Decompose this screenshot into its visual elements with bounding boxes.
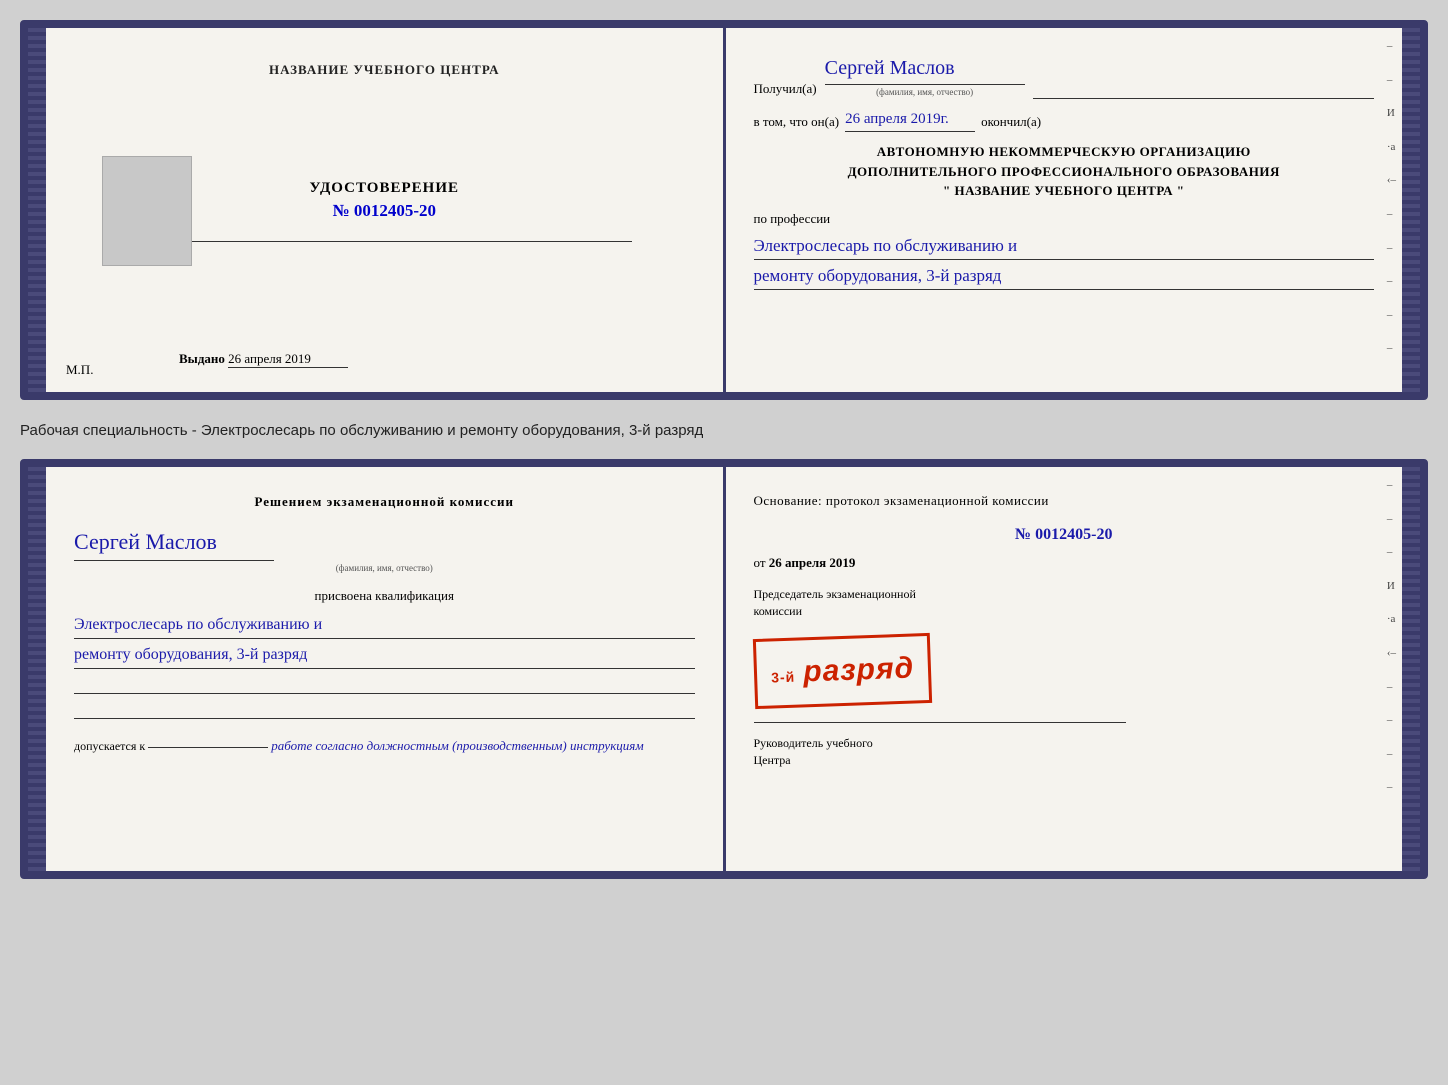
rukovoditel-line2: Центра: [754, 752, 1375, 769]
rukovoditel-block: Руководитель учебного Центра: [754, 735, 1375, 769]
photo-placeholder: [102, 156, 192, 266]
dopusk-label: допускается к: [74, 739, 145, 753]
org-line3: " НАЗВАНИЕ УЧЕБНОГО ЦЕНТРА ": [754, 181, 1375, 201]
doc-inner-2: Решением экзаменационной комиссии Сергей…: [46, 467, 1402, 871]
osnovanie-title: Основание: протокол экзаменационной коми…: [754, 491, 1375, 512]
doc-right-2: Основание: протокол экзаменационной коми…: [726, 467, 1403, 871]
profession-line2: ремонту оборудования, 3-й разряд: [754, 262, 1375, 289]
resheniem-title: Решением экзаменационной комиссии: [74, 491, 695, 513]
udost-title: УДОСТОВЕРЕНИЕ: [310, 180, 460, 197]
side-label-a2: ·а: [1387, 611, 1396, 629]
side-dash-5: –: [1387, 273, 1396, 291]
school-name-top: НАЗВАНИЕ УЧЕБНОГО ЦЕНТРА: [269, 62, 500, 78]
between-label: Рабочая специальность - Электрослесарь п…: [20, 418, 1428, 441]
side-dash-r3: –: [1387, 544, 1396, 562]
doc-left-2: Решением экзаменационной комиссии Сергей…: [46, 467, 723, 871]
rukovoditel-line1: Руководитель учебного: [754, 735, 1375, 752]
stamp-big: разряд: [802, 651, 914, 688]
side-dash-r2: –: [1387, 511, 1396, 529]
prof-underline-2: ремонту оборудования, 3-й разряд: [74, 641, 695, 669]
side-dash-r5: –: [1387, 712, 1396, 730]
side-dash-1: –: [1387, 38, 1396, 56]
prof-underline-3: [74, 671, 695, 694]
side-dash-r6: –: [1387, 746, 1396, 764]
fio-label-2: (фамилия, имя, отчество): [74, 561, 695, 576]
po-professii-block: по профессии Электрослесарь по обслужива…: [754, 209, 1375, 290]
spine-right-2: [1402, 467, 1420, 871]
document-card-2: Решением экзаменационной комиссии Сергей…: [20, 459, 1428, 879]
vtom-label: в том, что он(а): [754, 112, 840, 133]
doc-left-1: НАЗВАНИЕ УЧЕБНОГО ЦЕНТРА УДОСТОВЕРЕНИЕ №…: [46, 28, 723, 392]
stamp-area: 3-й разряд: [754, 628, 1375, 714]
side-dash-4: –: [1387, 240, 1396, 258]
profession-block-2: Электрослесарь по обслуживанию и ремонту…: [74, 611, 695, 720]
document-card-1: НАЗВАНИЕ УЧЕБНОГО ЦЕНТРА УДОСТОВЕРЕНИЕ №…: [20, 20, 1428, 400]
issued-date: 26 апреля 2019: [228, 351, 348, 368]
doc-inner-1: НАЗВАНИЕ УЧЕБНОГО ЦЕНТРА УДОСТОВЕРЕНИЕ №…: [46, 28, 1402, 392]
recipient-name: Сергей Маслов: [825, 52, 1025, 85]
spine-left: [28, 28, 46, 392]
dash-line: [1033, 98, 1374, 99]
profession-line1-2: Электрослесарь по обслуживанию и: [74, 611, 695, 638]
side-label-i2: И: [1387, 578, 1396, 596]
udost-num: № 0012405-20: [310, 201, 460, 221]
side-decorations-right-2: – – – И ·а ‹– – – – –: [1387, 477, 1396, 797]
doc-right-1: Получил(а) Сергей Маслов (фамилия, имя, …: [726, 28, 1403, 392]
side-label-a: ·а: [1387, 139, 1396, 157]
stamp-small: 3-й: [770, 668, 795, 685]
profession-line2-2: ремонту оборудования, 3-й разряд: [74, 641, 695, 668]
doc-num: № 0012405-20: [754, 522, 1375, 548]
side-label-i: И: [1387, 105, 1396, 123]
side-dash-2: –: [1387, 72, 1396, 90]
predsedatel-line1: Председатель экзаменационной: [754, 586, 1375, 603]
ot-label: от: [754, 555, 766, 570]
side-dash-r7: –: [1387, 779, 1396, 797]
fio-label: (фамилия, имя, отчество): [876, 85, 973, 99]
sig-line-1: [754, 722, 1126, 723]
side-dash-3: –: [1387, 206, 1396, 224]
prisvoena-text: присвоена квалификация: [74, 585, 695, 607]
page-wrapper: НАЗВАНИЕ УЧЕБНОГО ЦЕНТРА УДОСТОВЕРЕНИЕ №…: [20, 20, 1428, 879]
poluchil-label: Получил(а): [754, 79, 817, 100]
ot-line: от 26 апреля 2019: [754, 553, 1375, 574]
org-line1: АВТОНОМНУЮ НЕКОММЕРЧЕСКУЮ ОРГАНИЗАЦИЮ: [754, 142, 1375, 162]
prof-underline-1: Электрослесарь по обслуживанию и: [74, 611, 695, 639]
ot-date: 26 апреля 2019: [769, 555, 856, 570]
spine-right-1: [1402, 28, 1420, 392]
side-dash-r1: –: [1387, 477, 1396, 495]
profession-line1: Электрослесарь по обслуживанию и: [754, 232, 1375, 259]
predsedatel-block: Председатель экзаменационной комиссии: [754, 586, 1375, 620]
dopuskaetsya-block: допускается к работе согласно должностны…: [74, 735, 695, 757]
org-line2: ДОПОЛНИТЕЛЬНОГО ПРОФЕССИОНАЛЬНОГО ОБРАЗО…: [754, 162, 1375, 182]
udost-block: УДОСТОВЕРЕНИЕ № 0012405-20: [310, 180, 460, 221]
okonchil-label: окончил(а): [981, 112, 1041, 133]
spine-left-2: [28, 467, 46, 871]
stamp-block: 3-й разряд: [752, 633, 931, 709]
doc-num-block: № 0012405-20: [754, 522, 1375, 548]
poluchil-line: Получил(а) Сергей Маслов (фамилия, имя, …: [754, 52, 1375, 99]
po-professii-label: по профессии: [754, 211, 831, 226]
side-dash-r4: –: [1387, 679, 1396, 697]
mp-label: М.П.: [66, 362, 93, 378]
predsedatel-line2: комиссии: [754, 603, 1375, 620]
side-dash-6: –: [1387, 307, 1396, 325]
side-dash-7: –: [1387, 340, 1396, 358]
issued-label: Выдано: [179, 351, 225, 366]
name-block-2: Сергей Маслов (фамилия, имя, отчество): [74, 523, 695, 577]
issued-line: Выдано 26 апреля 2019: [74, 351, 348, 368]
org-block: АВТОНОМНУЮ НЕКОММЕРЧЕСКУЮ ОРГАНИЗАЦИЮ ДО…: [754, 142, 1375, 201]
prof-underline-4: [74, 696, 695, 719]
dopusk-text: работе согласно должностным (производств…: [271, 738, 643, 753]
profession-line-wrapper: Электрослесарь по обслуживанию и: [754, 232, 1375, 260]
side-label-arrow2: ‹–: [1387, 645, 1396, 663]
side-decorations-right: – – И ·а ‹– – – – – –: [1387, 38, 1396, 358]
side-label-arrow: ‹–: [1387, 172, 1396, 190]
recipient-name-2: Сергей Маслов: [74, 523, 274, 561]
completion-date: 26 апреля 2019г.: [845, 107, 975, 132]
profession-line-wrapper2: ремонту оборудования, 3-й разряд: [754, 262, 1375, 290]
dopusk-sig-line: [148, 747, 268, 748]
vtom-line: в том, что он(а) 26 апреля 2019г. окончи…: [754, 107, 1375, 132]
